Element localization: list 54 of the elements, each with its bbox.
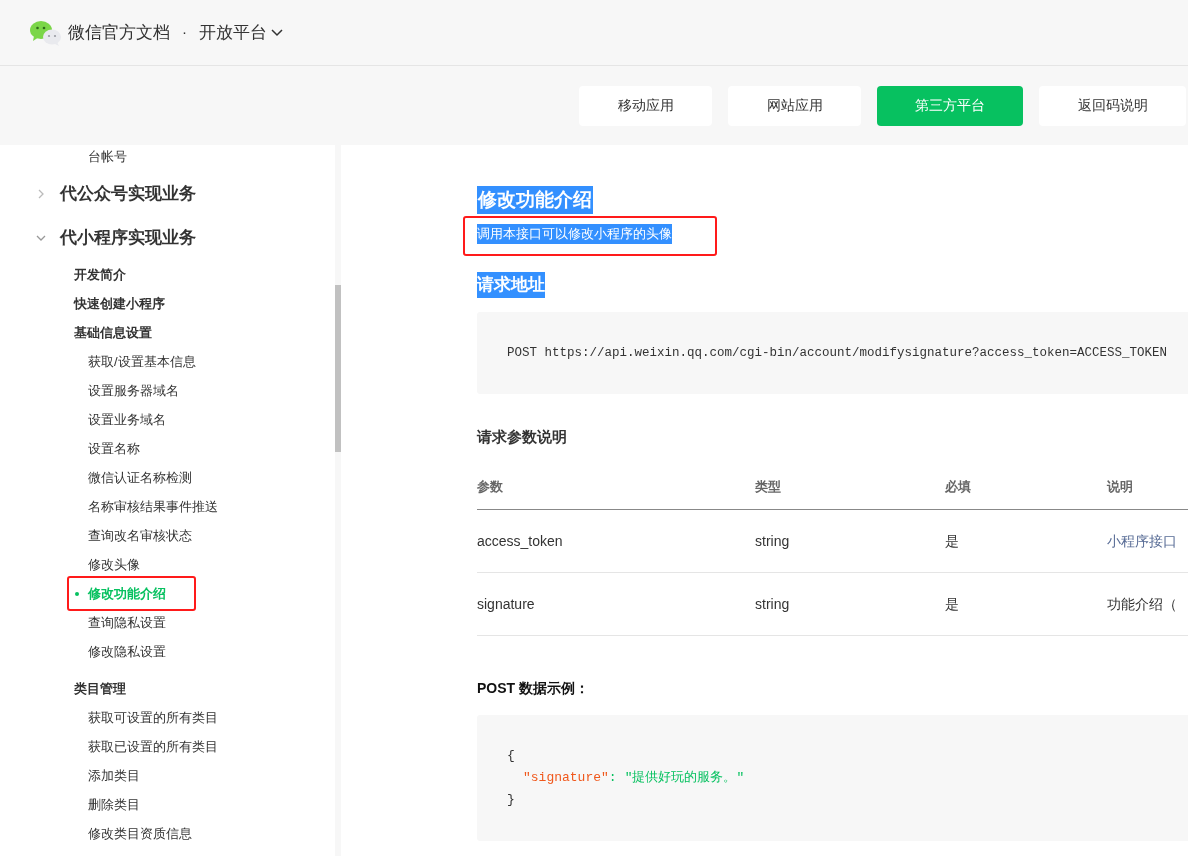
section-heading: 请求地址 [477,272,545,298]
code-brace: } [507,791,515,809]
sidebar-item[interactable]: 修改类目资质信息 [88,823,192,844]
sidebar-item[interactable]: 添加类目 [88,765,140,786]
title-separator: · [182,22,187,43]
table-cell-text: 功能介绍（ [1107,594,1178,614]
sidebar-item[interactable]: 获取可设置的所有类目 [88,707,218,728]
chevron-down-icon [271,28,283,37]
page-title: 修改功能介绍 [477,185,593,215]
table-cell-text: string [755,594,791,614]
code-text: POST https://api.weixin.qq.com/cgi-bin/account/modifysignature?access_token=ACCESS_TOKEN [507,344,1168,362]
sidebar-item[interactable]: 设置服务器域名 [88,380,179,401]
section-heading: POST 数据示例： [477,679,590,698]
code-string: "提供好玩的服务。" [624,769,745,787]
sidebar-item[interactable]: 台帐号 [88,147,127,167]
nav-button[interactable]: 返回码说明 [1039,85,1186,126]
sidebar-item[interactable]: 修改头像 [88,554,140,575]
wechat-logo-icon [30,19,62,46]
sidebar-item[interactable]: 名称审核结果事件推送 [88,496,218,517]
column-header: 类型 [755,477,782,496]
sidebar-section[interactable]: 代小程序实现业务 [60,225,196,251]
sidebar-item[interactable]: 设置名称 [88,438,140,459]
sidebar-item[interactable]: 微信认证名称检测 [88,467,192,488]
site-title[interactable]: 微信官方文档 [68,19,170,46]
column-header: 说明 [1107,477,1134,496]
table-cell-text: 是 [945,594,960,614]
table-cell-text: signature [477,594,536,614]
code-brace: { [507,747,515,765]
column-header: 必填 [945,477,972,496]
table-cell-text: string [755,531,791,551]
sidebar-group[interactable]: 快速创建小程序 [74,293,165,314]
sidebar-section[interactable]: 代公众号实现业务 [60,181,196,207]
table-cell-text: access_token [477,531,564,551]
sidebar-item[interactable]: 获取已设置的所有类目 [88,736,218,757]
platform-dropdown[interactable]: 开放平台 [199,19,283,46]
table-link[interactable]: 小程序接口 [1107,530,1188,552]
section-heading: 请求参数说明 [477,427,568,447]
scrollbar-thumb[interactable] [335,285,341,452]
code-key: "signature" [523,767,609,789]
description-text: 调用本接口可以修改小程序的头像 [477,224,672,244]
column-header: 参数 [477,477,504,496]
sidebar-group[interactable]: 基础信息设置 [74,322,152,343]
sidebar-group[interactable]: 类目管理 [74,678,126,699]
sidebar-item[interactable]: 删除类目 [88,794,140,815]
nav-button[interactable]: 移动应用 [579,85,712,126]
sidebar-group[interactable]: 开发简介 [74,264,126,285]
sidebar-item[interactable]: 设置业务域名 [88,409,166,430]
sidebar-item[interactable]: 获取/设置基本信息 [88,351,196,372]
sidebar-item[interactable]: 查询隐私设置 [88,612,166,633]
table-cell-text: 是 [945,531,960,551]
nav-button[interactable]: 网站应用 [728,85,861,126]
sidebar-item[interactable]: 查询改名审核状态 [88,525,192,546]
sidebar-item[interactable]: 修改隐私设置 [88,641,166,662]
code-colon: : [608,769,617,787]
